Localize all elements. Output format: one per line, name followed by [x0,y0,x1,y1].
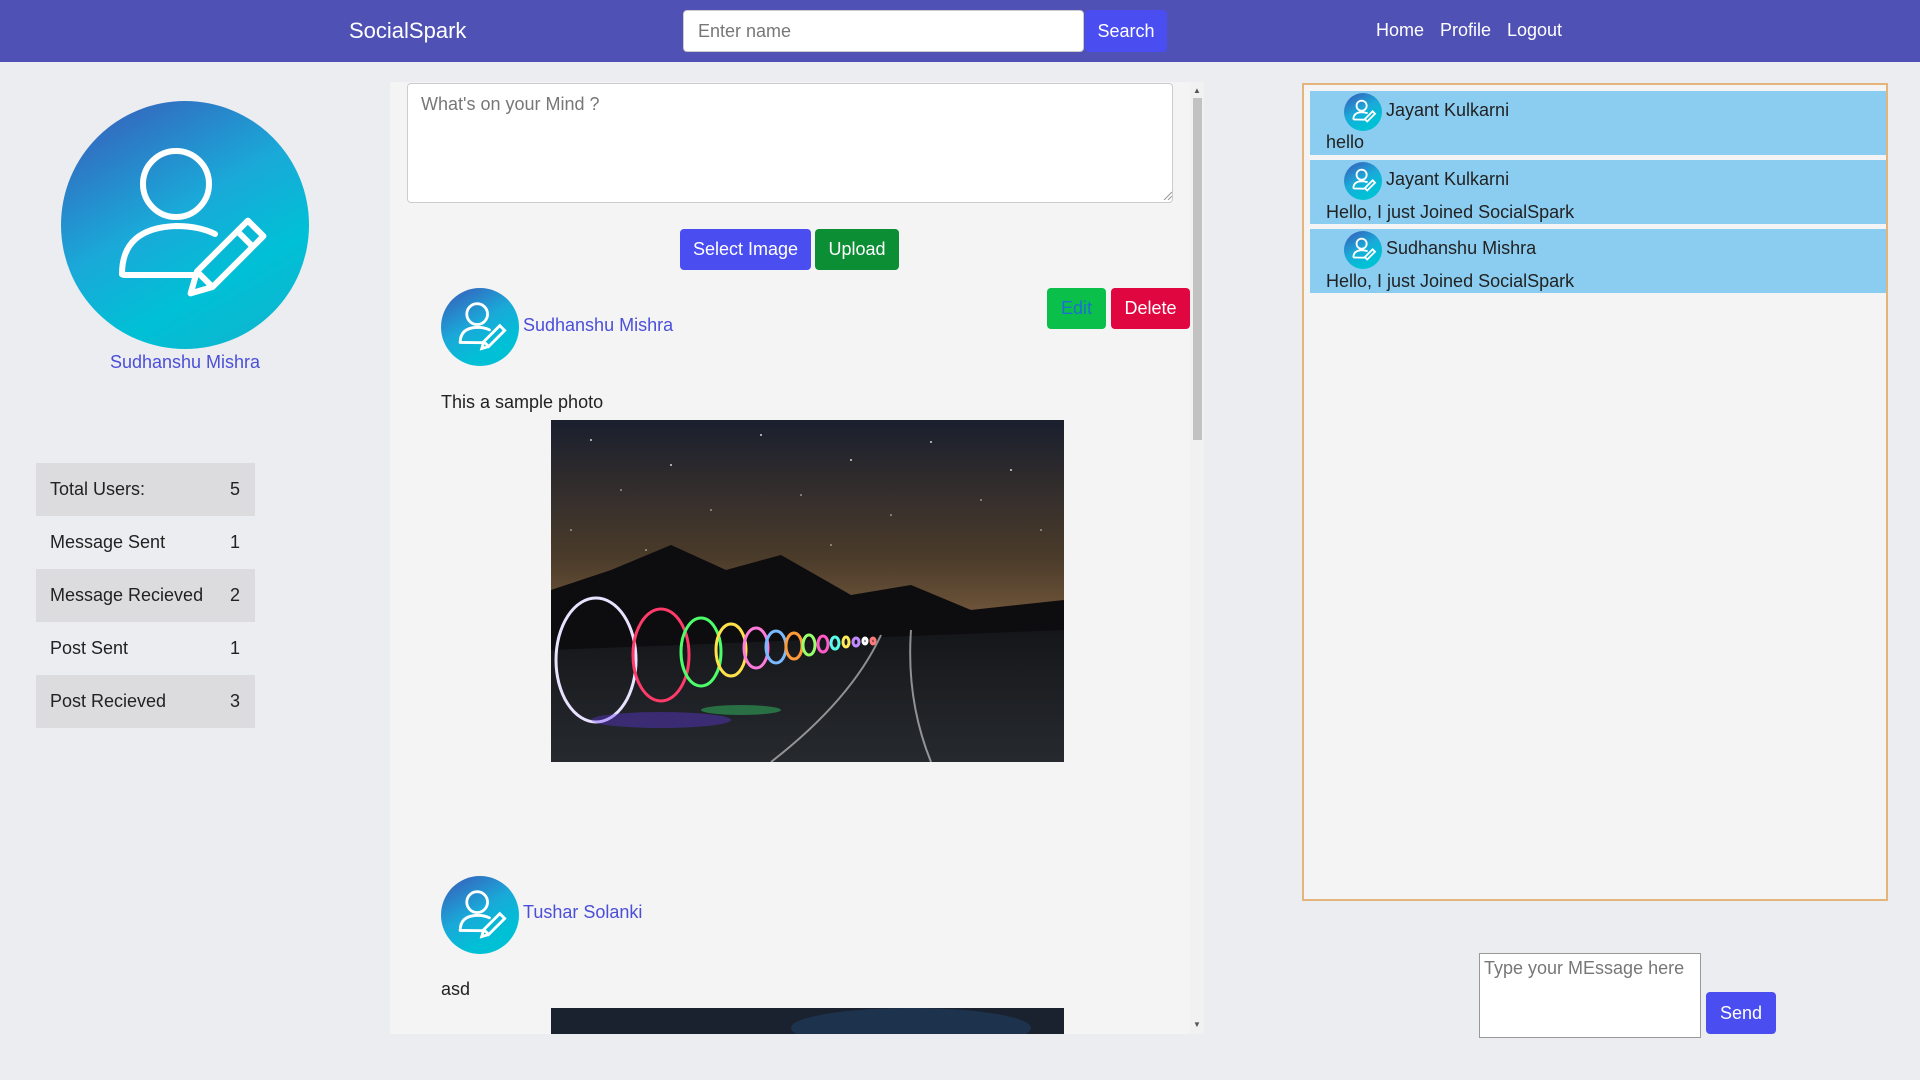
stats-list: Total Users: 5 Message Sent 1 Message Re… [36,463,255,728]
nav-link-home[interactable]: Home [1376,20,1424,41]
post-composer-input[interactable] [407,83,1173,203]
stat-label: Total Users: [50,479,146,499]
chat-sender-name: Jayant Kulkarni [1386,100,1510,120]
chat-panel[interactable]: Jayant Kulkarni hello Jayant Kulkarni He… [1302,83,1888,901]
user-edit-icon [1352,168,1377,192]
search-button[interactable]: Search [1085,10,1167,52]
chat-avatar [1344,93,1382,131]
chat-message-input[interactable] [1479,953,1701,1038]
post-author-avatar[interactable] [441,288,519,366]
post-image[interactable] [551,1008,1064,1034]
post-text: This a sample photo [441,392,604,412]
chat-avatar [1344,231,1382,269]
top-navbar: SocialSpark Search Home Profile Logout [0,0,1920,62]
chat-message: Jayant Kulkarni Hello, I just Joined Soc… [1310,160,1886,224]
user-edit-icon [1352,99,1377,123]
chat-message: Jayant Kulkarni hello [1310,91,1886,155]
stat-value: 2 [229,585,240,605]
nav-link-logout[interactable]: Logout [1507,20,1562,41]
post-feed[interactable]: Select Image Upload Sudhanshu Mishra Edi… [390,82,1204,1034]
stat-value: 1 [229,532,240,552]
stat-label: Post Sent [50,638,129,658]
stat-post-received: Post Recieved 3 [36,675,255,728]
stat-value: 3 [229,691,240,711]
edit-post-button[interactable]: Edit [1047,288,1106,329]
profile-name[interactable]: Sudhanshu Mishra [61,352,309,373]
night-sky-image [551,1008,1064,1034]
user-edit-icon [458,302,507,351]
chat-message-text: Hello, I just Joined SocialSpark [1326,202,1575,222]
search-input[interactable] [683,10,1084,52]
scroll-up-arrow-icon[interactable]: ▲ [1190,84,1204,98]
post-text: asd [441,979,471,999]
stat-message-sent: Message Sent 1 [36,516,255,569]
profile-avatar[interactable] [61,101,309,349]
stat-total-users: Total Users: 5 [36,463,255,516]
user-edit-icon [119,148,267,297]
nav-link-profile[interactable]: Profile [1440,20,1491,41]
stat-message-received: Message Recieved 2 [36,569,255,622]
post-image[interactable] [551,420,1064,762]
select-image-button[interactable]: Select Image [680,229,811,270]
light-spiral-night-road-image [551,420,1064,762]
post-author-name[interactable]: Tushar Solanki [523,902,642,923]
chat-message-text: hello [1326,132,1365,152]
stat-value: 5 [229,479,240,499]
stat-label: Post Recieved [50,691,167,711]
stat-label: Message Recieved [50,585,204,605]
chat-message-text: Hello, I just Joined SocialSpark [1326,271,1575,291]
post-author-avatar[interactable] [441,876,519,954]
stat-label: Message Sent [50,532,166,552]
scroll-down-arrow-icon[interactable]: ▼ [1190,1018,1204,1032]
stat-value: 1 [229,638,240,658]
chat-message: Sudhanshu Mishra Hello, I just Joined So… [1310,229,1886,293]
user-edit-icon [458,890,507,939]
resize-grip-icon[interactable] [1162,190,1172,200]
post-author-name[interactable]: Sudhanshu Mishra [523,315,673,336]
chat-sender-name: Sudhanshu Mishra [1386,238,1537,258]
chat-sender-name: Jayant Kulkarni [1386,169,1510,189]
brand-logo-text[interactable]: SocialSpark [349,18,466,44]
upload-button[interactable]: Upload [815,229,899,270]
send-message-button[interactable]: Send [1706,992,1776,1034]
chat-avatar [1344,162,1382,200]
delete-post-button[interactable]: Delete [1111,288,1190,329]
stat-post-sent: Post Sent 1 [36,622,255,675]
feed-scroll-thumb[interactable] [1193,98,1202,440]
user-edit-icon [1352,237,1377,261]
